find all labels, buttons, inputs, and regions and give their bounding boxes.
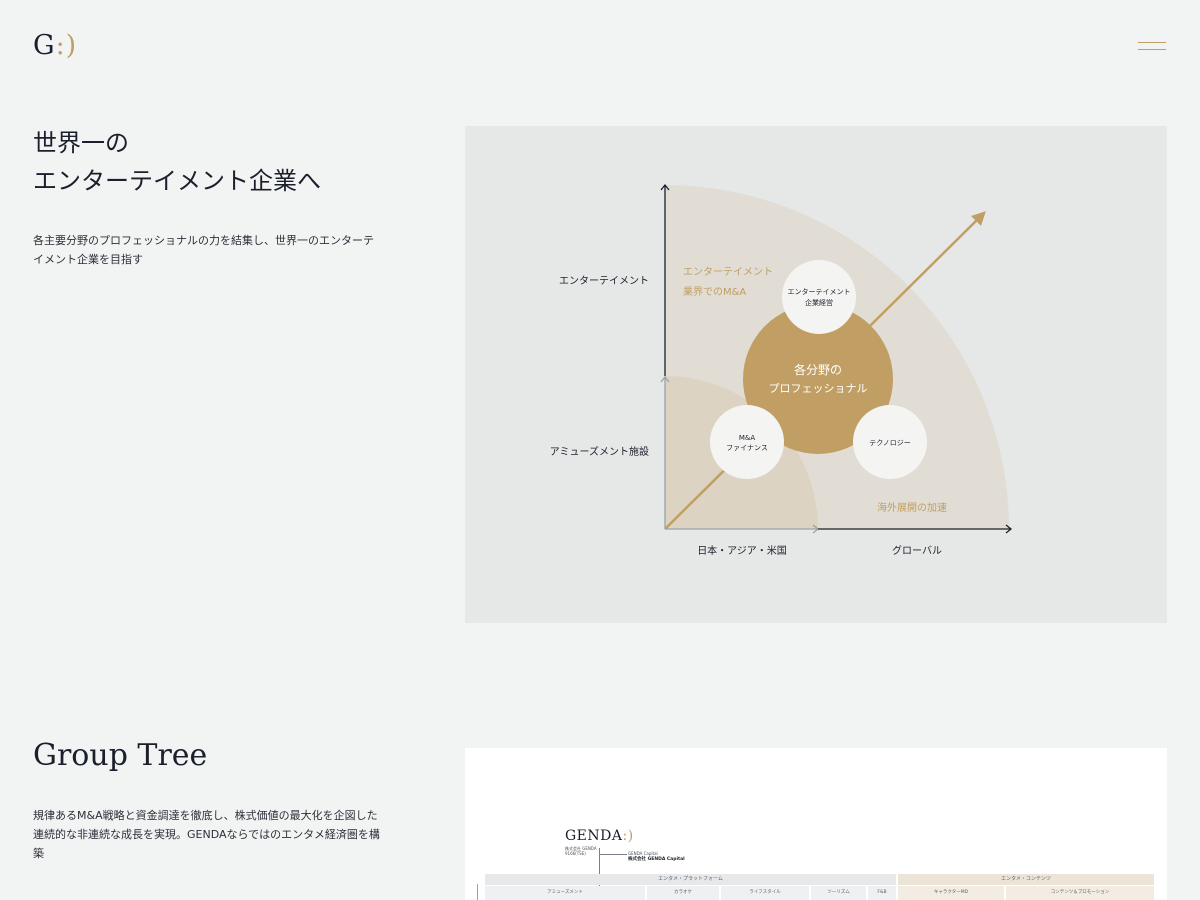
tree-cell-tourism: ツーリズム (811, 886, 866, 900)
tree-logo-mark: :) (622, 828, 634, 844)
hamburger-menu-button[interactable] (1134, 38, 1168, 56)
tree-capital-info: GENDA Capital 株式会社 GENDA Capital (628, 851, 685, 862)
y-label-amusement: アミューズメント施設 (550, 445, 649, 458)
center-label-line2: プロフェッショナル (769, 382, 868, 395)
top-circle-line1: エンターテイメント (788, 287, 851, 296)
vision-title-line1: 世界一の (33, 129, 129, 157)
vision-title: 世界一の エンターテイメント企業へ (33, 124, 321, 200)
left-circle-line1: M&A (739, 434, 755, 442)
vision-diagram: 各分野の プロフェッショナル エンターテイメント 企業経営 M&A ファイナンス… (465, 126, 1167, 623)
center-label-line1: 各分野の (794, 362, 842, 377)
tree-cell-lifestyle: ライフスタイル (721, 886, 809, 900)
tree-capital-connector (599, 854, 627, 855)
left-circle-line2: ファイナンス (726, 444, 768, 452)
tree-cell-amusement: アミューズメント (485, 886, 645, 900)
outer-note-line2: 業界でのM&A (683, 285, 746, 298)
vision-title-line2: エンターテイメント企業へ (33, 167, 321, 195)
tree-genda-logo: GENDA:) (565, 828, 634, 844)
outer-note-line1: エンターテイメント (683, 266, 773, 278)
corner-note: 海外展開の加速 (877, 501, 947, 514)
tree-cell-karaoke: カラオケ (647, 886, 719, 900)
tree-capital-title: GENDA Capital (628, 851, 658, 856)
tree-parent-ticker: 9166(TSE) (565, 851, 586, 856)
x-label-global: グローバル (892, 544, 942, 557)
y-label-entertainment: エンターテイメント (559, 275, 649, 287)
left-circle (710, 405, 784, 479)
x-label-regional: 日本・アジア・米国 (697, 544, 787, 557)
logo-letter: G (33, 30, 56, 61)
tree-parent-info: 株式会社 GENDA 9166(TSE) (565, 846, 597, 856)
group-tree-title: Group Tree (33, 738, 208, 773)
tree-contents-header: エンタメ・コンテンツ (898, 874, 1154, 885)
genda-logo[interactable]: G:) (33, 30, 77, 61)
logo-smile-mark: :) (55, 30, 78, 61)
group-tree-chart[interactable]: GENDA:) 株式会社 GENDA 9166(TSE) GENDA Capit… (465, 748, 1167, 900)
right-circle-label: テクノロジー (869, 439, 911, 447)
tree-cell-contents-promotion: コンテンツ＆プロモーション (1006, 886, 1154, 900)
group-tree-description: 規律あるM&A戦略と資金調達を徹底し、株式価値の最大化を企図した連続的な非連続な… (33, 809, 380, 860)
menu-line-top (1138, 42, 1166, 43)
top-circle-line2: 企業経営 (805, 298, 833, 307)
vision-description: 各主要分野のプロフェッショナルの力を結集し、世界一のエンターテイメント企業を目指… (33, 234, 374, 266)
tree-platform-header: エンタメ・プラットフォーム (485, 874, 896, 885)
tree-cell-fnb: F&B (868, 886, 896, 900)
menu-line-bottom (1138, 49, 1166, 50)
tree-capital-name: 株式会社 GENDA Capital (628, 857, 685, 862)
tree-left-arrow (477, 884, 478, 900)
tree-cell-character-md: キャラクターMD (898, 886, 1004, 900)
vision-diagram-svg: 各分野の プロフェッショナル エンターテイメント 企業経営 M&A ファイナンス… (550, 183, 1013, 557)
top-circle (782, 260, 856, 334)
tree-logo-text: GENDA (565, 828, 623, 844)
